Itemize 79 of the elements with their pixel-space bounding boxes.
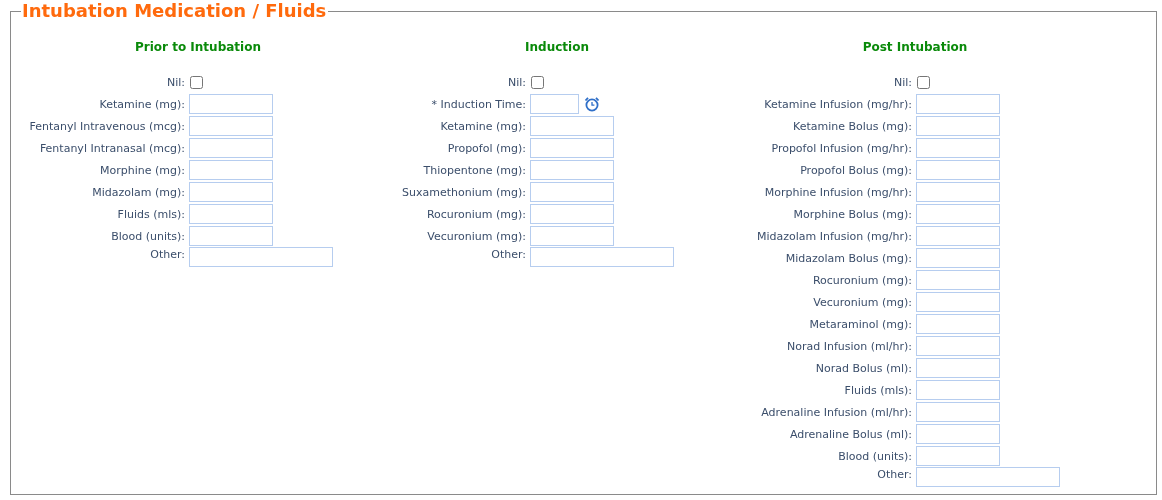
field-label: Nil: — [165, 75, 186, 89]
field-label: Morphine Bolus (mg): — [792, 207, 913, 221]
input-field[interactable] — [916, 446, 1000, 466]
input-field[interactable] — [916, 380, 1000, 400]
field-label: Midazolam (mg): — [91, 185, 186, 199]
field-label: Fentanyl Intravenous (mcg): — [28, 119, 186, 133]
input-field[interactable] — [916, 270, 1000, 290]
field-label: Fluids (mls): — [843, 383, 913, 397]
time-field[interactable] — [530, 94, 579, 114]
field-label: Nil: — [892, 75, 913, 89]
field-label: Thiopentone (mg): — [422, 163, 527, 177]
input-field[interactable] — [530, 247, 674, 267]
input-field[interactable] — [916, 314, 1000, 334]
field-label: Fentanyl Intranasal (mcg): — [38, 141, 186, 155]
field-label: * Induction Time: — [430, 97, 527, 111]
input-field[interactable] — [530, 138, 614, 158]
input-field[interactable] — [189, 247, 333, 267]
field-label: Propofol Infusion (mg/hr): — [770, 141, 913, 155]
field-label: Propofol (mg): — [446, 141, 527, 155]
field-label: Ketamine (mg): — [439, 119, 527, 133]
field-label: Adrenaline Bolus (ml): — [789, 427, 913, 441]
input-field[interactable] — [916, 182, 1000, 202]
field-label: Ketamine Infusion (mg/hr): — [763, 97, 913, 111]
nil-checkbox[interactable] — [531, 75, 544, 89]
input-field[interactable] — [916, 160, 1000, 180]
field-label: Midazolam Bolus (mg): — [784, 251, 913, 265]
field-label: Ketamine Bolus (mg): — [792, 119, 913, 133]
input-field[interactable] — [189, 204, 273, 224]
field-label: Norad Bolus (ml): — [814, 361, 913, 375]
section-title: Intubation Medication / Fluids — [21, 0, 329, 22]
field-label: Rocuronium (mg): — [811, 273, 913, 287]
field-label: Other: — [490, 247, 527, 261]
column-heading: Prior to Intubation — [135, 40, 261, 56]
field-label: Metaraminol (mg): — [808, 317, 913, 331]
field-label: Rocuronium (mg): — [425, 207, 527, 221]
input-field[interactable] — [189, 182, 273, 202]
field-label: Propofol Bolus (mg): — [799, 163, 913, 177]
input-field[interactable] — [916, 292, 1000, 312]
field-label: Ketamine (mg): — [98, 97, 186, 111]
input-field[interactable] — [189, 138, 273, 158]
input-field[interactable] — [530, 204, 614, 224]
field-label: Other: — [876, 467, 913, 481]
nil-checkbox[interactable] — [190, 75, 203, 89]
input-field[interactable] — [189, 226, 273, 246]
input-field[interactable] — [916, 94, 1000, 114]
input-field[interactable] — [916, 138, 1000, 158]
column-heading: Induction — [525, 40, 589, 56]
input-field[interactable] — [916, 248, 1000, 268]
input-field[interactable] — [189, 160, 273, 180]
field-label: Morphine Infusion (mg/hr): — [763, 185, 913, 199]
input-field[interactable] — [530, 160, 614, 180]
input-field[interactable] — [530, 226, 614, 246]
alarm-clock-icon[interactable] — [584, 96, 600, 112]
input-field[interactable] — [916, 116, 1000, 136]
field-label: Other: — [149, 247, 186, 261]
input-field[interactable] — [916, 226, 1000, 246]
field-label: Adrenaline Infusion (ml/hr): — [760, 405, 913, 419]
input-field[interactable] — [189, 116, 273, 136]
input-field[interactable] — [189, 94, 273, 114]
field-label: Midazolam Infusion (mg/hr): — [756, 229, 913, 243]
field-label: Suxamethonium (mg): — [401, 185, 527, 199]
input-field[interactable] — [916, 467, 1060, 487]
field-label: Nil: — [506, 75, 527, 89]
nil-checkbox[interactable] — [917, 75, 930, 89]
field-label: Blood (units): — [837, 449, 913, 463]
field-label: Vecuronium (mg): — [426, 229, 527, 243]
input-field[interactable] — [916, 424, 1000, 444]
field-label: Morphine (mg): — [99, 163, 186, 177]
input-field[interactable] — [916, 358, 1000, 378]
input-field[interactable] — [530, 116, 614, 136]
column-heading: Post Intubation — [862, 40, 968, 56]
input-field[interactable] — [916, 402, 1000, 422]
input-field[interactable] — [916, 336, 1000, 356]
field-label: Vecuronium (mg): — [812, 295, 913, 309]
field-label: Fluids (mls): — [116, 207, 186, 221]
input-field[interactable] — [916, 204, 1000, 224]
field-label: Blood (units): — [110, 229, 186, 243]
field-label: Norad Infusion (ml/hr): — [786, 339, 913, 353]
input-field[interactable] — [530, 182, 614, 202]
